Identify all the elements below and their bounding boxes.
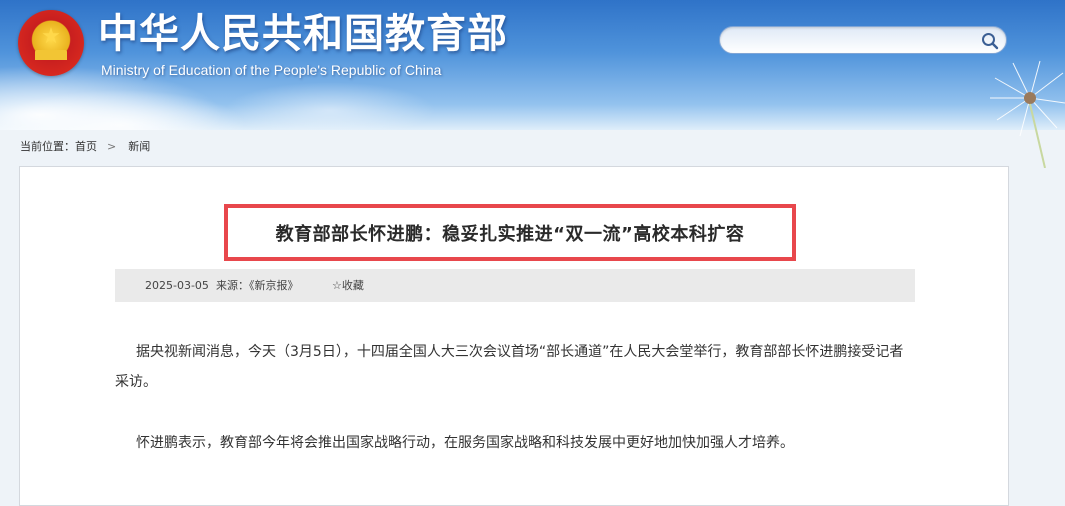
article-headline: 教育部部长怀进鹏：稳妥扎实推进“双一流”高校本科扩容 — [275, 223, 745, 245]
headline-highlight-box: 教育部部长怀进鹏：稳妥扎实推进“双一流”高校本科扩容 — [224, 204, 796, 261]
star-outline-icon: ☆ — [332, 279, 342, 292]
search-box — [719, 26, 1007, 54]
article-meta-bar: 2025-03-05 来源：《新京报》 ☆收藏 — [115, 269, 915, 302]
tiananmen-gate-shape — [35, 50, 67, 60]
article-paragraph: 怀进鹏表示，教育部今年将会推出国家战略行动，在服务国家战略和科技发展中更好地加快… — [115, 428, 915, 458]
search-icon[interactable] — [980, 31, 1000, 51]
site-header: ★ 中华人民共和国教育部 Ministry of Education of th… — [0, 0, 1065, 168]
star-icon: ★ — [41, 24, 61, 49]
article-panel: 教育部部长怀进鹏：稳妥扎实推进“双一流”高校本科扩容 2025-03-05 来源… — [19, 166, 1009, 506]
paragraph-text: 怀进鹏表示，教育部今年将会推出国家战略行动，在服务国家战略和科技发展中更好地加快… — [136, 435, 794, 451]
article-source: 来源：《新京报》 — [216, 279, 299, 292]
breadcrumb-separator: > — [107, 140, 117, 153]
dandelion-decoration — [990, 60, 1065, 168]
search-input[interactable] — [734, 30, 978, 52]
favorite-label: 收藏 — [341, 279, 364, 292]
breadcrumb: 当前位置：首页 > 新闻 — [20, 139, 150, 155]
breadcrumb-label: 当前位置： — [20, 140, 75, 153]
site-title-cn: 中华人民共和国教育部 — [98, 10, 508, 57]
site-title-en: Ministry of Education of the People's Re… — [101, 62, 442, 78]
national-emblem-logo: ★ — [18, 10, 84, 76]
article-paragraph: 据央视新闻消息，今天（3月5日），十四届全国人大三次会议首场“部长通道”在人民大… — [115, 337, 915, 397]
breadcrumb-home-link[interactable]: 首页 — [75, 139, 97, 155]
favorite-button[interactable]: ☆收藏 — [332, 269, 364, 302]
article-date: 2025-03-05 — [145, 279, 209, 292]
paragraph-text: 据央视新闻消息，今天（3月5日），十四届全国人大三次会议首场“部长通道”在人民大… — [115, 344, 904, 390]
breadcrumb-news-link[interactable]: 新闻 — [128, 139, 150, 155]
